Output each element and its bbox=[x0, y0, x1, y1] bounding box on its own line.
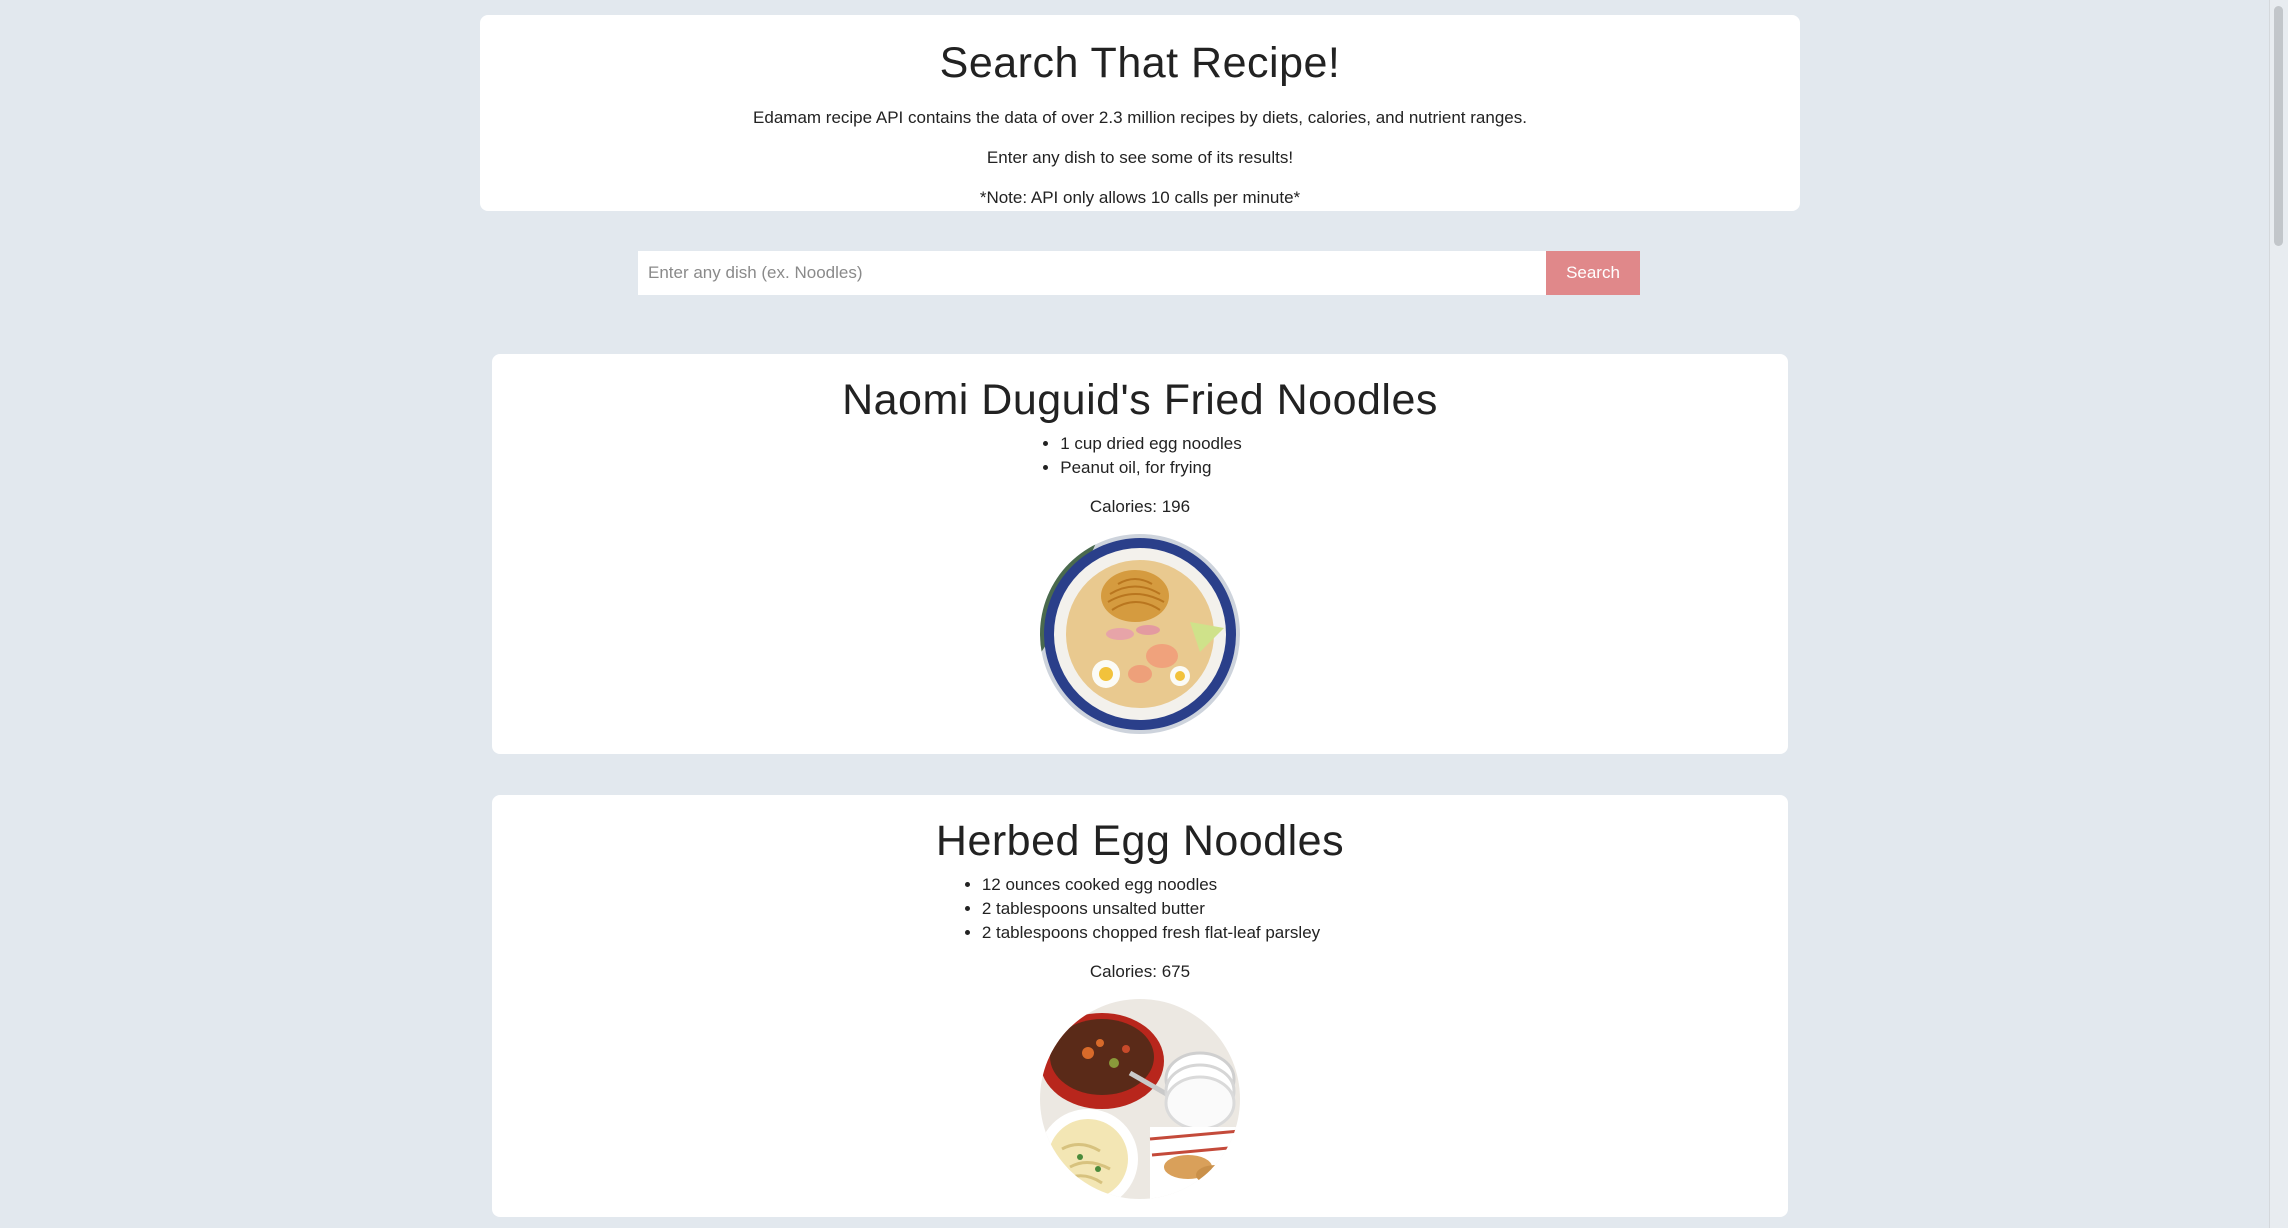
ingredient-item: 2 tablespoons unsalted butter bbox=[982, 897, 1320, 921]
search-input[interactable] bbox=[638, 251, 1546, 295]
ingredient-list: 12 ounces cooked egg noodles 2 tablespoo… bbox=[960, 873, 1320, 945]
api-limit-note: *Note: API only allows 10 calls per minu… bbox=[979, 188, 1301, 207]
search-hint: Enter any dish to see some of its result… bbox=[986, 148, 1294, 167]
recipe-calories: Calories: 196 bbox=[1089, 497, 1191, 516]
stew-and-noodles-image bbox=[1040, 999, 1240, 1199]
ingredient-item: 2 tablespoons chopped fresh flat-leaf pa… bbox=[982, 921, 1320, 945]
search-bar: Search bbox=[638, 251, 1640, 295]
ingredient-item: 1 cup dried egg noodles bbox=[1060, 432, 1241, 456]
api-description: Edamam recipe API contains the data of o… bbox=[753, 108, 1527, 127]
recipe-card: Herbed Egg Noodles 12 ounces cooked egg … bbox=[492, 795, 1788, 1217]
recipe-card: Naomi Duguid's Fried Noodles 1 cup dried… bbox=[492, 354, 1788, 754]
header-card: Search That Recipe! Edamam recipe API co… bbox=[480, 15, 1800, 211]
scrollbar-thumb[interactable] bbox=[2274, 6, 2283, 246]
recipe-title: Naomi Duguid's Fried Noodles bbox=[842, 376, 1438, 424]
ingredient-list: 1 cup dried egg noodles Peanut oil, for … bbox=[1038, 432, 1241, 480]
ingredient-item: Peanut oil, for frying bbox=[1060, 456, 1241, 480]
page-scrollbar[interactable] bbox=[2269, 0, 2288, 1228]
noodle-soup-bowl-image bbox=[1040, 534, 1240, 734]
page: Search That Recipe! Edamam recipe API co… bbox=[0, 0, 2288, 1228]
recipe-calories: Calories: 675 bbox=[1089, 962, 1191, 981]
page-title: Search That Recipe! bbox=[939, 39, 1341, 87]
ingredient-item: 12 ounces cooked egg noodles bbox=[982, 873, 1320, 897]
recipe-title: Herbed Egg Noodles bbox=[935, 817, 1345, 865]
search-button[interactable]: Search bbox=[1546, 251, 1640, 295]
